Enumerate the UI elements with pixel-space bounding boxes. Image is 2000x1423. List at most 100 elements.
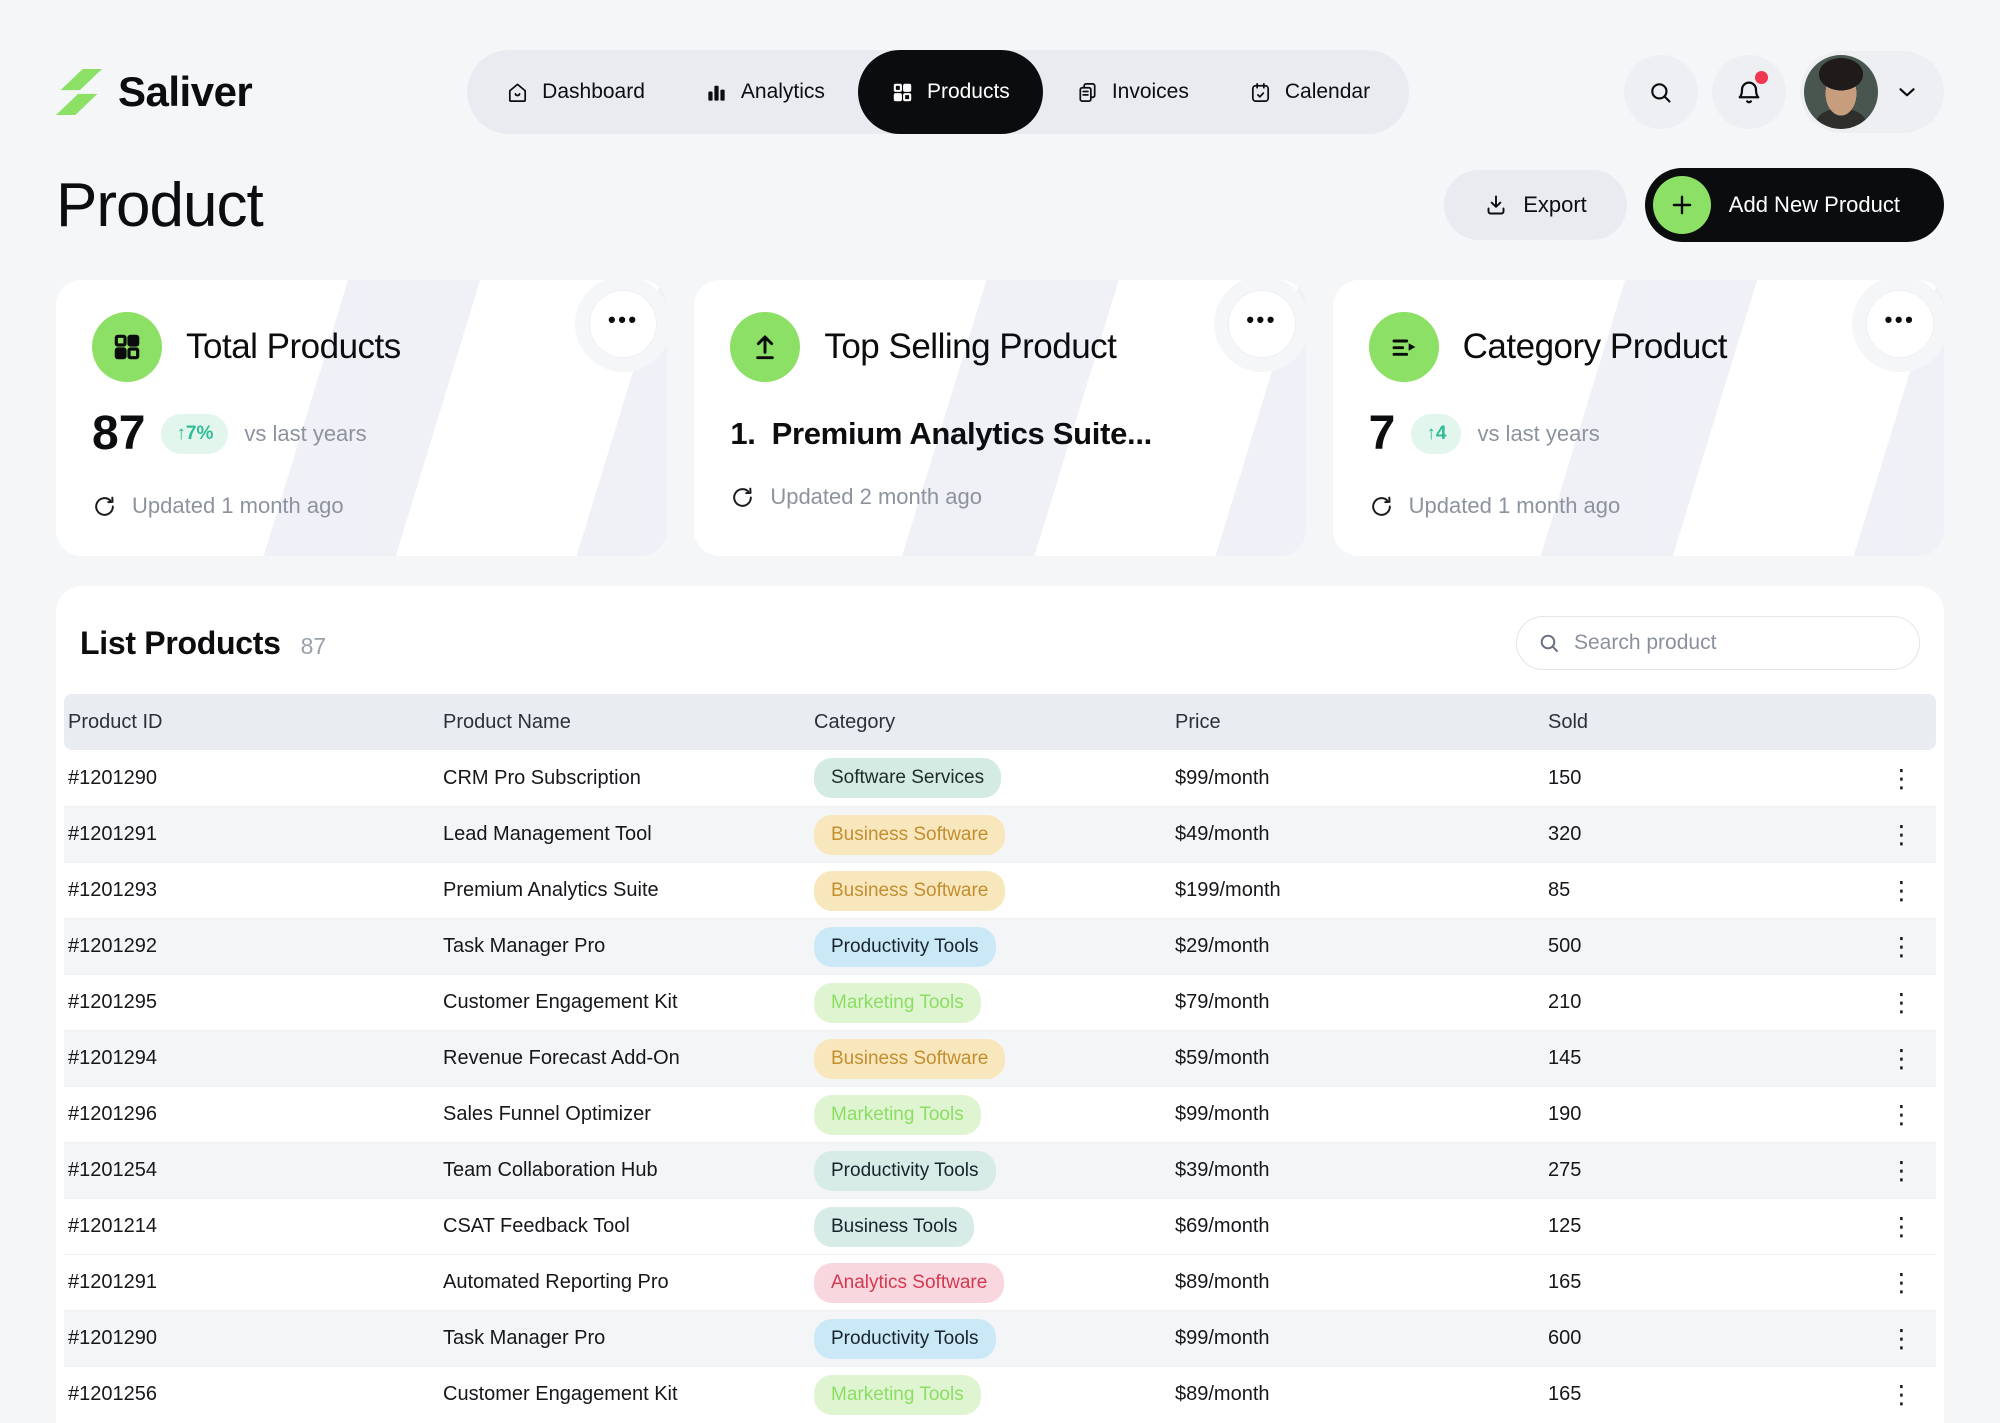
lightning-logo-icon [56, 69, 102, 115]
row-menu-button[interactable]: ⋮ [1889, 1158, 1914, 1183]
cell-product-name: Customer Engagement Kit [439, 1383, 810, 1406]
cell-product-id: #1201256 [64, 1383, 439, 1406]
cell-sold: 500 [1544, 935, 1844, 958]
cell-sold: 125 [1544, 1215, 1844, 1238]
cell-sold: 210 [1544, 991, 1844, 1014]
cell-sold: 190 [1544, 1103, 1844, 1126]
export-label: Export [1523, 192, 1587, 218]
cell-product-id: #1201254 [64, 1159, 439, 1182]
nav-item-invoices[interactable]: Invoices [1049, 50, 1216, 134]
category-badge: Productivity Tools [814, 1151, 996, 1191]
add-new-product-button[interactable]: Add New Product [1645, 168, 1944, 242]
page-actions: Export Add New Product [1444, 168, 1944, 242]
table-row[interactable]: #1201291 Lead Management Tool Business S… [64, 806, 1936, 862]
nav-item-analytics[interactable]: Analytics [678, 50, 852, 134]
cell-product-id: #1201290 [64, 767, 439, 790]
row-menu-button[interactable]: ⋮ [1889, 878, 1914, 903]
grid-icon [891, 81, 914, 104]
card-title: Category Product [1463, 327, 1727, 367]
row-menu-button[interactable]: ⋮ [1889, 1046, 1914, 1071]
row-menu-button[interactable]: ⋮ [1889, 1270, 1914, 1295]
cell-product-id: #1201291 [64, 823, 439, 846]
card-menu-button[interactable]: ••• [1228, 290, 1296, 358]
add-new-product-label: Add New Product [1729, 192, 1900, 218]
card-menu-button[interactable]: ••• [1866, 290, 1934, 358]
table-row[interactable]: #1201256 Customer Engagement Kit Marketi… [64, 1366, 1936, 1422]
top-bar: Saliver Dashboard Analytics [0, 0, 2000, 134]
nav-label: Analytics [741, 80, 825, 104]
table-row[interactable]: #1201292 Task Manager Pro Productivity T… [64, 918, 1936, 974]
compare-label: vs last years [244, 421, 366, 447]
refresh-icon [730, 485, 755, 510]
nav-item-dashboard[interactable]: Dashboard [479, 50, 672, 134]
row-menu-button[interactable]: ⋮ [1889, 1326, 1914, 1351]
table-row[interactable]: #1201295 Customer Engagement Kit Marketi… [64, 974, 1936, 1030]
column-header-category: Category [810, 711, 1171, 734]
notifications-button[interactable] [1712, 55, 1786, 129]
column-header-product-id: Product ID [64, 711, 439, 734]
page-head: Product Export Add New Product [0, 134, 2000, 242]
table-row[interactable]: #1201291 Automated Reporting Pro Analyti… [64, 1254, 1936, 1310]
nav-label: Calendar [1285, 80, 1370, 104]
cell-price: $29/month [1171, 935, 1544, 958]
column-header-price: Price [1171, 711, 1544, 734]
card-menu-button[interactable]: ••• [589, 290, 657, 358]
trend-badge: ↑4 [1411, 414, 1461, 454]
list-count: 87 [301, 633, 327, 660]
cell-product-name: Premium Analytics Suite [439, 879, 810, 902]
row-menu-button[interactable]: ⋮ [1889, 1102, 1914, 1127]
table-row[interactable]: #1201293 Premium Analytics Suite Busines… [64, 862, 1936, 918]
search-input[interactable] [1574, 631, 1899, 655]
invoice-icon [1076, 81, 1099, 104]
brand-name: Saliver [118, 68, 252, 116]
cell-product-name: Customer Engagement Kit [439, 991, 810, 1014]
nav-label: Products [927, 80, 1010, 104]
page-title: Product [56, 170, 263, 241]
nav-label: Dashboard [542, 80, 645, 104]
search-button[interactable] [1624, 55, 1698, 129]
profile-menu[interactable] [1800, 51, 1944, 133]
row-menu-button[interactable]: ⋮ [1889, 990, 1914, 1015]
cell-product-name: Sales Funnel Optimizer [439, 1103, 810, 1126]
row-menu-button[interactable]: ⋮ [1889, 934, 1914, 959]
export-button[interactable]: Export [1444, 170, 1627, 240]
table-row[interactable]: #1201290 Task Manager Pro Productivity T… [64, 1310, 1936, 1366]
stat-cards: ••• Total Products 87 ↑7% vs last years [0, 242, 2000, 556]
table-row[interactable]: #1201214 CSAT Feedback Tool Business Too… [64, 1198, 1936, 1254]
chevron-down-icon [1894, 79, 1920, 105]
cell-sold: 145 [1544, 1047, 1844, 1070]
category-badge: Business Software [814, 815, 1005, 855]
category-badge: Software Services [814, 758, 1001, 798]
category-product-card: ••• Category Product 7 ↑4 vs last years [1333, 280, 1944, 556]
cell-product-id: #1201292 [64, 935, 439, 958]
compare-label: vs last years [1477, 421, 1599, 447]
rank-number: 1. [730, 416, 755, 452]
row-menu-button[interactable]: ⋮ [1889, 822, 1914, 847]
row-menu-button[interactable]: ⋮ [1889, 766, 1914, 791]
cell-product-id: #1201296 [64, 1103, 439, 1126]
bar-chart-icon [705, 81, 728, 104]
table-row[interactable]: #1201290 CRM Pro Subscription Software S… [64, 750, 1936, 806]
table-header: Product ID Product Name Category Price S… [64, 694, 1936, 750]
nav-item-products[interactable]: Products [858, 50, 1043, 134]
table-body: #1201290 CRM Pro Subscription Software S… [64, 750, 1936, 1422]
row-menu-button[interactable]: ⋮ [1889, 1382, 1914, 1407]
cell-product-name: Team Collaboration Hub [439, 1159, 810, 1182]
nav-item-calendar[interactable]: Calendar [1222, 50, 1397, 134]
cell-product-id: #1201294 [64, 1047, 439, 1070]
updated-label: Updated 1 month ago [132, 493, 344, 519]
table-row[interactable]: #1201294 Revenue Forecast Add-On Busines… [64, 1030, 1936, 1086]
product-search-box[interactable] [1516, 616, 1920, 670]
home-icon [506, 81, 529, 104]
table-row[interactable]: #1201254 Team Collaboration Hub Producti… [64, 1142, 1936, 1198]
cell-sold: 150 [1544, 767, 1844, 790]
brand-logo[interactable]: Saliver [56, 68, 252, 116]
plus-icon [1653, 176, 1711, 234]
cell-product-name: Lead Management Tool [439, 823, 810, 846]
updated-label: Updated 1 month ago [1409, 493, 1621, 519]
category-list-icon [1369, 312, 1439, 382]
table-row[interactable]: #1201296 Sales Funnel Optimizer Marketin… [64, 1086, 1936, 1142]
top-product-name: Premium Analytics Suite... [772, 416, 1152, 452]
row-menu-button[interactable]: ⋮ [1889, 1214, 1914, 1239]
cell-product-id: #1201290 [64, 1327, 439, 1350]
